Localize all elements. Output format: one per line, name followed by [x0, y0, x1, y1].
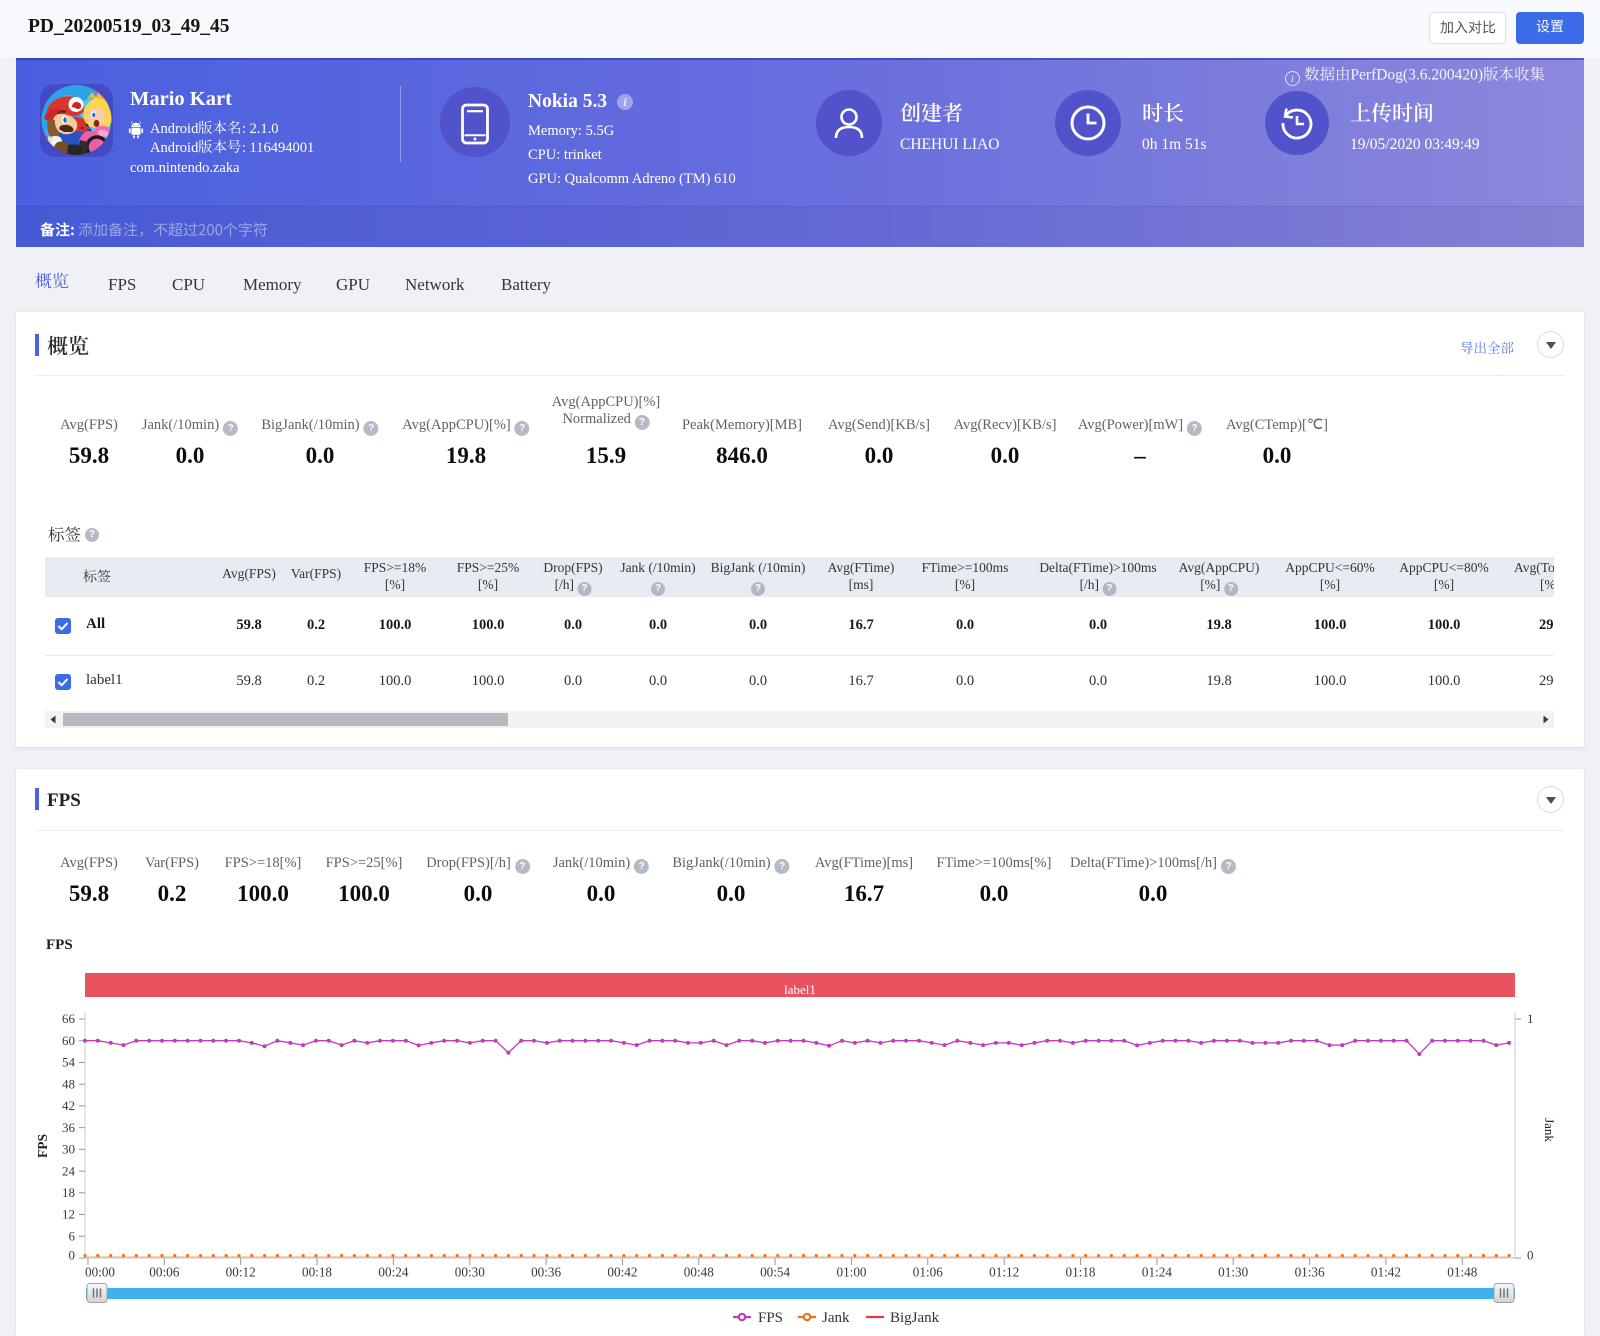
svg-text:Jank: Jank	[822, 1310, 850, 1326]
svg-text:24: 24	[62, 1163, 76, 1178]
svg-text:01:06: 01:06	[913, 1265, 943, 1280]
svg-text:00:06: 00:06	[149, 1265, 179, 1280]
svg-text:00:42: 00:42	[607, 1265, 637, 1280]
svg-text:00:00: 00:00	[85, 1265, 115, 1280]
svg-text:FPS: FPS	[35, 1134, 50, 1158]
svg-text:01:42: 01:42	[1371, 1265, 1401, 1280]
svg-text:01:00: 01:00	[836, 1265, 866, 1280]
svg-text:1: 1	[1527, 1011, 1534, 1026]
svg-text:18: 18	[62, 1185, 75, 1200]
svg-text:FPS: FPS	[758, 1310, 783, 1326]
svg-text:6: 6	[69, 1229, 76, 1244]
svg-text:00:54: 00:54	[760, 1265, 790, 1280]
svg-text:01:18: 01:18	[1065, 1265, 1095, 1280]
svg-text:00:36: 00:36	[531, 1265, 561, 1280]
svg-text:00:30: 00:30	[455, 1265, 485, 1280]
svg-text:0: 0	[69, 1248, 76, 1263]
svg-text:66: 66	[62, 1011, 76, 1026]
svg-text:36: 36	[62, 1120, 76, 1135]
svg-text:48: 48	[62, 1076, 75, 1091]
svg-text:30: 30	[62, 1142, 75, 1157]
svg-text:01:24: 01:24	[1142, 1265, 1172, 1280]
svg-text:12: 12	[62, 1207, 75, 1222]
svg-text:00:12: 00:12	[226, 1265, 256, 1280]
svg-text:01:48: 01:48	[1447, 1265, 1477, 1280]
svg-text:60: 60	[62, 1033, 75, 1048]
svg-text:0: 0	[1527, 1248, 1534, 1263]
svg-text:01:30: 01:30	[1218, 1265, 1248, 1280]
svg-text:00:48: 00:48	[684, 1265, 714, 1280]
svg-text:00:18: 00:18	[302, 1265, 332, 1280]
svg-text:01:36: 01:36	[1295, 1265, 1325, 1280]
svg-text:00:24: 00:24	[378, 1265, 408, 1280]
svg-text:42: 42	[62, 1098, 75, 1113]
svg-text:Jank: Jank	[1542, 1118, 1557, 1142]
svg-text:BigJank: BigJank	[890, 1310, 940, 1326]
svg-text:54: 54	[62, 1055, 76, 1070]
svg-text:label1: label1	[784, 982, 816, 997]
svg-text:01:12: 01:12	[989, 1265, 1019, 1280]
